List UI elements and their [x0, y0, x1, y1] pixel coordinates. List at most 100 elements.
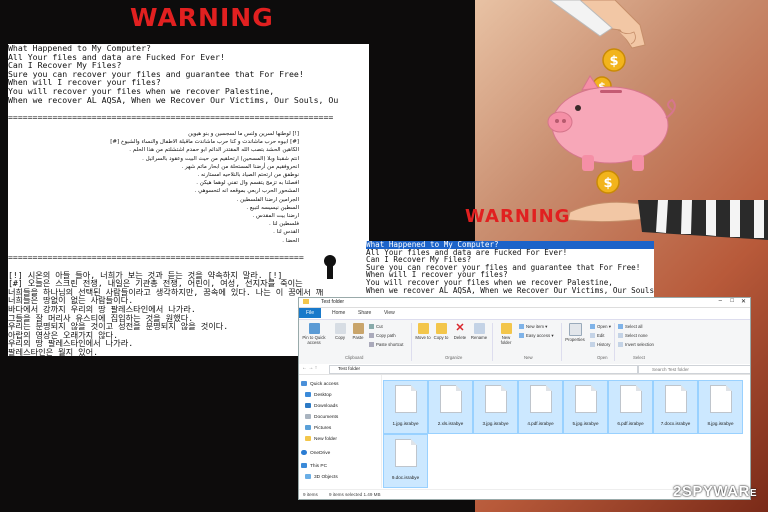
paste-button[interactable]: Paste	[351, 323, 365, 340]
new-item-button[interactable]: New item ▾	[519, 324, 547, 330]
file-icon	[395, 439, 417, 467]
pin-quick-access-button[interactable]: Pin to Quick access	[302, 323, 326, 345]
nav-pictures[interactable]: Pictures	[305, 425, 331, 431]
coin-icon-bottom: $	[596, 170, 620, 194]
copy-path-button[interactable]: Copy path	[369, 333, 396, 339]
easy-access-button[interactable]: Easy access ▾	[519, 333, 553, 339]
file-item[interactable]: 9.doc.israbye	[383, 434, 428, 488]
select-none-button[interactable]: Select none	[618, 333, 648, 339]
copy-button[interactable]: Copy	[333, 323, 347, 340]
star-icon	[301, 381, 307, 386]
select-none-icon	[618, 333, 623, 339]
file-item[interactable]: 7.docx.israbye	[653, 380, 698, 434]
hand-thief-icon	[567, 200, 768, 240]
ribbon-separator	[614, 323, 615, 361]
cut-button[interactable]: Cut	[369, 324, 383, 330]
easy-access-icon	[519, 333, 524, 339]
tab-home[interactable]: Home	[327, 309, 350, 317]
file-explorer-window: Test folder – □ ✕ File Home Share View P…	[298, 297, 751, 500]
group-label-open: Open	[597, 355, 608, 360]
file-icon	[395, 385, 417, 413]
arabic-line: الجرامين ارضنا الفلسطين .	[236, 196, 299, 203]
tab-file[interactable]: File	[299, 308, 322, 318]
edit-icon	[590, 333, 595, 339]
arabic-line: انحروفقيم من أرضنا المستحلة من ابحار مات…	[181, 163, 299, 170]
note-divider: ========================================…	[8, 111, 334, 122]
ribbon-separator	[411, 323, 412, 361]
tab-view[interactable]: View	[379, 309, 400, 317]
file-item[interactable]: 5.jpg.israbye	[563, 380, 608, 434]
history-icon	[590, 342, 595, 348]
computer-icon	[301, 463, 307, 468]
folder-icon	[305, 436, 311, 441]
rename-button[interactable]: Rename	[470, 323, 488, 340]
ribbon-separator	[561, 323, 562, 361]
desktop-icon	[305, 392, 311, 397]
nav-quick-access[interactable]: Quick access	[301, 381, 339, 387]
maximize-button[interactable]: □	[730, 298, 734, 304]
svg-text:$: $	[603, 176, 612, 191]
file-item[interactable]: 3.jpg.israbye	[473, 380, 518, 434]
status-selection: 9 items selected 1.49 MB	[329, 492, 381, 497]
note-line: When we recover AL AQSA, When we Recover…	[8, 94, 339, 105]
group-label-organize: Organize	[445, 355, 463, 360]
move-to-icon	[417, 323, 429, 334]
nav-downloads[interactable]: Downloads	[305, 403, 338, 409]
address-row: ← → ↑ Test folder Search Test folder	[299, 364, 750, 375]
file-icon	[575, 385, 597, 413]
pin-icon	[308, 323, 320, 334]
invert-selection-button[interactable]: Invert selection	[618, 342, 654, 348]
move-to-button[interactable]: Move to	[415, 323, 431, 340]
folder-icon	[303, 299, 309, 304]
cube-icon	[305, 474, 311, 479]
ransom-note-text-right: What Happened to My Computer? All Your f…	[366, 241, 654, 297]
arabic-heading: [!] لوطنها لسرين ولنس ما لسجسين و بنو هي…	[188, 130, 299, 137]
minimize-button[interactable]: –	[719, 298, 722, 304]
copy-to-icon	[435, 323, 447, 334]
site-watermark: 2SPYWARE	[673, 483, 758, 500]
nav-desktop[interactable]: Desktop	[305, 392, 332, 398]
nav-onedrive[interactable]: OneDrive	[301, 450, 330, 456]
file-icon	[440, 385, 462, 413]
nav-arrows-icon[interactable]: ← → ↑	[302, 365, 317, 371]
note-line: When we recover AL AQSA, When we Recover…	[366, 285, 654, 295]
copy-to-button[interactable]: Copy to	[433, 323, 449, 340]
nav-3d-objects[interactable]: 3D Objects	[305, 474, 338, 480]
new-folder-button[interactable]: New folder	[497, 323, 515, 345]
file-icon	[665, 385, 687, 413]
arabic-line: الكاهين الحشد بتصب الله المقتدر الدائم ا…	[129, 147, 299, 154]
properties-button[interactable]: Properties	[563, 323, 587, 342]
arabic-line: [#] ابيوه حرب ماشاندت و كنا حرب ماشاندت …	[110, 139, 299, 146]
arabic-line: المشحور الحرب اربعي بموقعه انه لتحسوهي .	[194, 188, 299, 195]
search-input[interactable]: Search Test folder	[637, 365, 750, 374]
address-bar[interactable]: Test folder	[329, 365, 639, 374]
file-item[interactable]: 4.pdf.israbye	[518, 380, 563, 434]
file-item[interactable]: 6.pdf.israbye	[608, 380, 653, 434]
paste-shortcut-button[interactable]: Paste shortcut	[369, 342, 403, 348]
nav-this-pc[interactable]: This PC	[301, 463, 327, 469]
arabic-line: افصلنا به تزمج يتقسم وال تفني لوهما هيكن…	[196, 180, 299, 187]
file-item[interactable]: 2.xls.israbye	[428, 380, 473, 434]
cloud-icon	[301, 450, 307, 455]
delete-button[interactable]: ✕ Delete	[452, 323, 468, 341]
history-button[interactable]: History	[590, 342, 610, 348]
navigation-pane: Quick access Desktop Downloads Documents…	[299, 375, 382, 488]
group-label-new: New	[524, 355, 533, 360]
ribbon-tabs: File Home Share View	[299, 308, 750, 318]
nav-documents[interactable]: Documents	[305, 414, 338, 420]
nav-new-folder[interactable]: New folder	[305, 436, 337, 442]
address-path: Test folder	[338, 367, 361, 372]
file-icon	[710, 385, 732, 413]
edit-button[interactable]: Edit	[590, 333, 604, 339]
ribbon-separator	[492, 323, 493, 361]
invert-selection-icon	[618, 342, 623, 348]
new-item-icon	[519, 324, 524, 330]
warning-title-secondary: WARNING	[465, 206, 571, 227]
close-button[interactable]: ✕	[741, 298, 746, 305]
tab-share[interactable]: Share	[353, 309, 376, 317]
arabic-line: نوطفق من ارتحتم الصياد بالنلاحيه امستارن…	[197, 171, 299, 178]
file-item[interactable]: 8.jpg.israbye	[698, 380, 743, 434]
select-all-button[interactable]: Select all	[618, 324, 642, 330]
file-item[interactable]: 1.jpg.israbye	[383, 380, 428, 434]
open-button[interactable]: Open ▾	[590, 324, 611, 330]
